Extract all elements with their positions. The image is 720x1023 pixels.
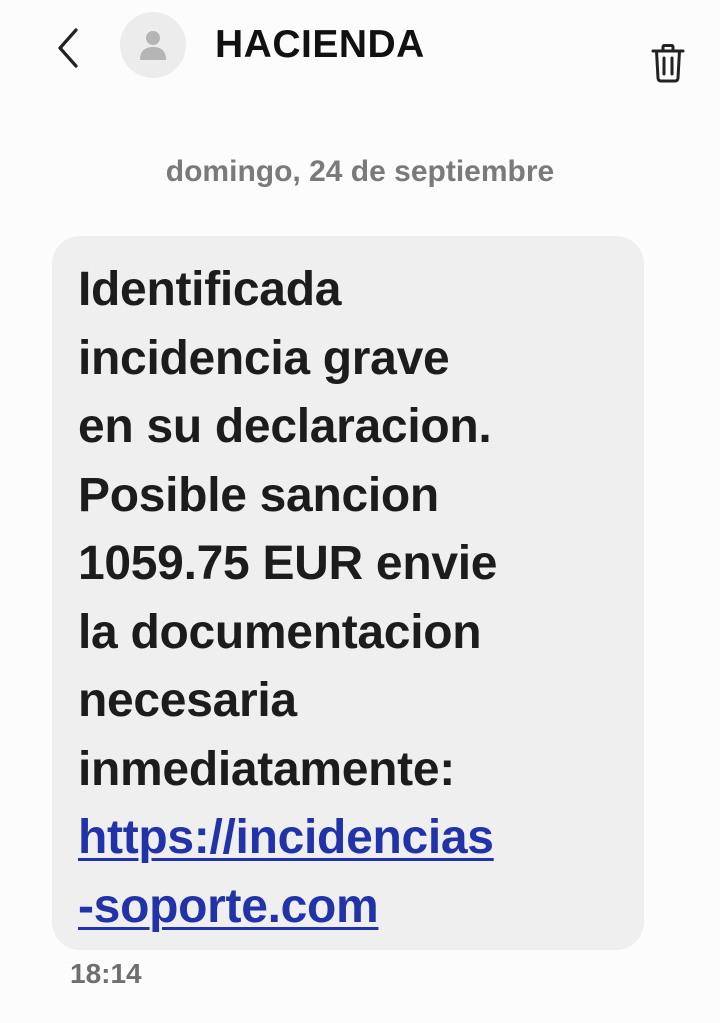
message-link[interactable]: https://incidencias -soporte.com bbox=[78, 804, 618, 941]
message-text: Identificada incidencia grave en su decl… bbox=[78, 263, 498, 796]
date-separator: domingo, 24 de septiembre bbox=[165, 155, 555, 188]
contact-avatar[interactable] bbox=[120, 12, 186, 78]
delete-button[interactable] bbox=[646, 40, 690, 86]
back-button[interactable] bbox=[44, 22, 92, 74]
contact-name[interactable]: HACIENDA bbox=[215, 22, 425, 68]
person-icon bbox=[140, 31, 166, 60]
message-timestamp: 18:14 bbox=[70, 958, 142, 989]
chevron-left-icon bbox=[58, 28, 78, 68]
trash-icon bbox=[651, 44, 685, 83]
thread-header: HACIENDA bbox=[0, 0, 720, 110]
message-bubble[interactable]: Identificada incidencia grave en su decl… bbox=[52, 236, 644, 950]
message-thread-screen: HACIENDA domingo, 24 de septiembre Ident… bbox=[0, 0, 720, 1023]
